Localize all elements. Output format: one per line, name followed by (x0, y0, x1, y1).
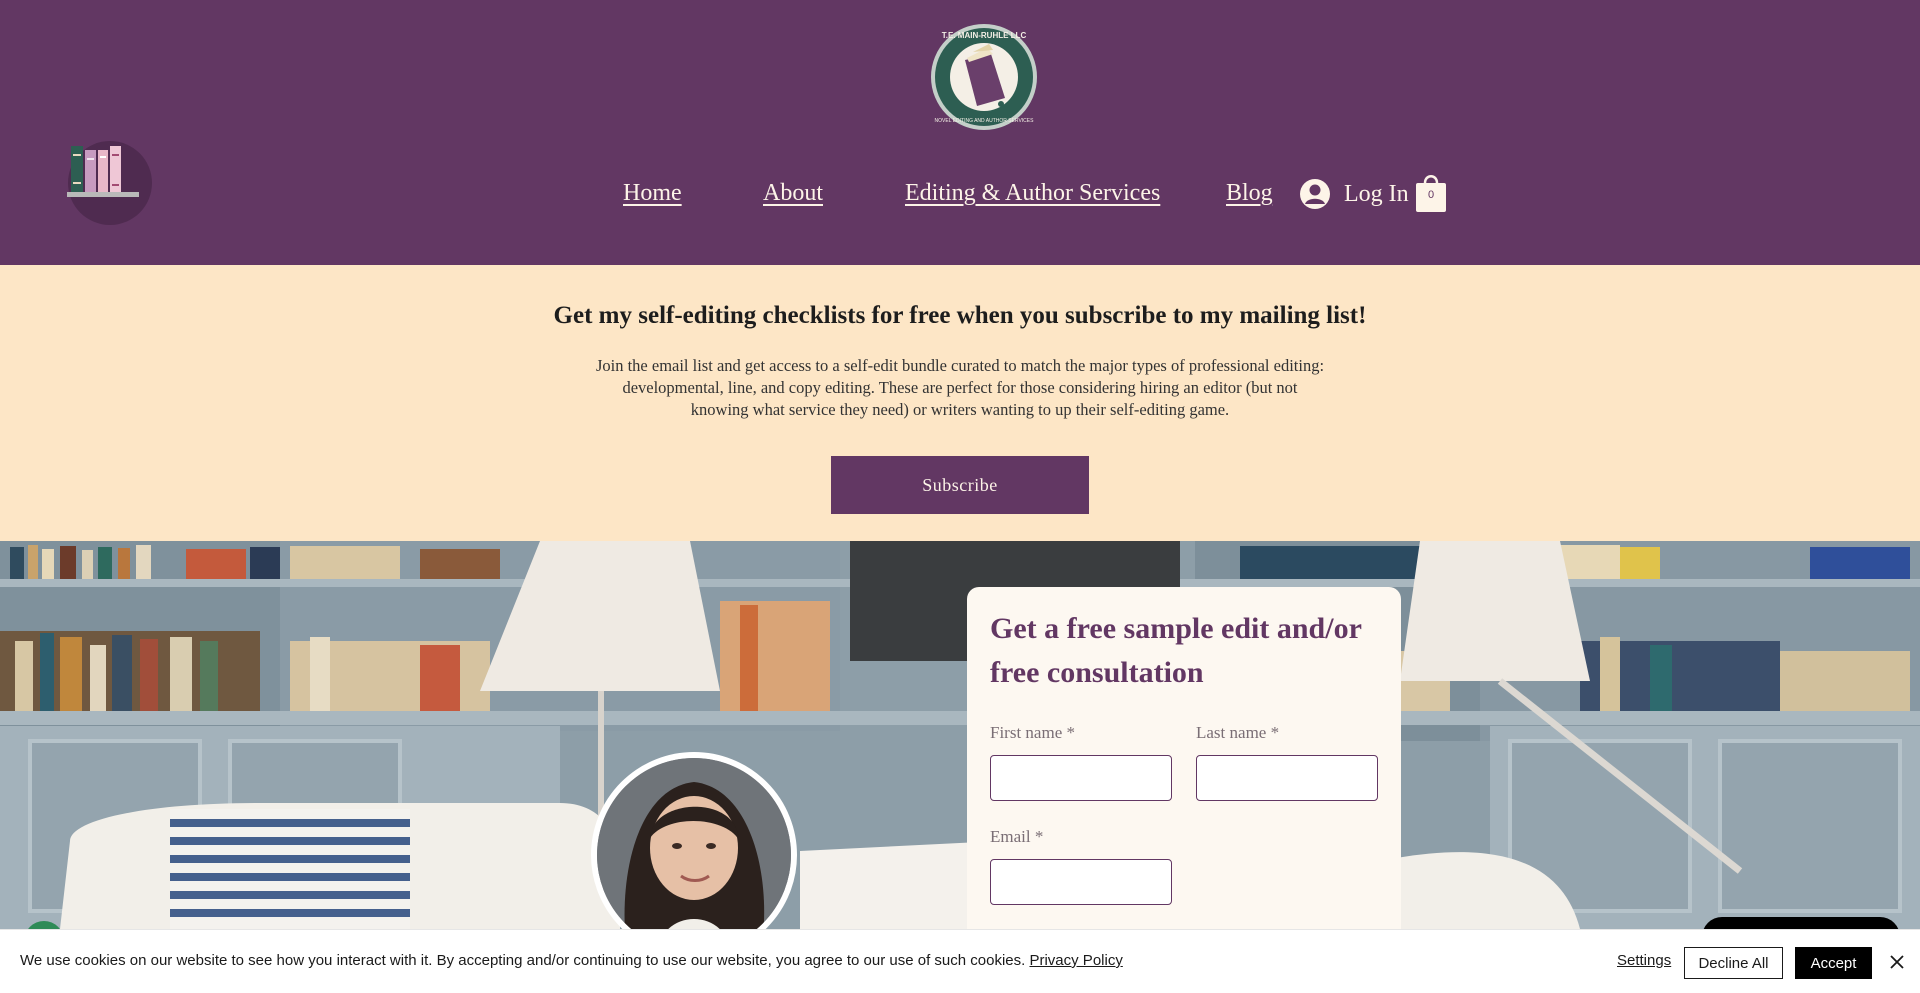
form-title: Get a free sample edit and/or free consu… (990, 612, 1362, 689)
last-name-input[interactable] (1196, 755, 1378, 801)
accept-button[interactable]: Accept (1795, 947, 1872, 979)
subscribe-description: Join the email list and get access to a … (595, 356, 1325, 419)
svg-text:NOVEL EDITING AND AUTHOR SERVI: NOVEL EDITING AND AUTHOR SERVICES (935, 118, 1035, 124)
last-name-label: Last name * (1196, 723, 1280, 742)
email-label: Email * (990, 827, 1044, 846)
close-icon[interactable] (1885, 950, 1909, 974)
subscribe-title: Get my self-editing checklists for free … (553, 302, 1367, 329)
nav-about[interactable]: About (763, 176, 823, 210)
sample-edit-form: Get a free sample edit and/or free consu… (967, 587, 1401, 947)
cart-button[interactable]: 0 (1415, 171, 1447, 213)
nav-home[interactable]: Home (623, 176, 682, 210)
cookie-message: We use cookies on our website to see how… (20, 952, 1123, 969)
cookie-message-text: We use cookies on our website to see how… (20, 952, 1026, 969)
cookie-settings-link[interactable]: Settings (1617, 952, 1671, 969)
subscribe-section: Get my self-editing checklists for free … (0, 265, 1920, 541)
login-button[interactable]: Log In (1300, 176, 1409, 212)
cart-count: 0 (1427, 189, 1435, 201)
brand-logo[interactable]: T.E. MAIN-RUHLE LLC NOVEL EDITING AND AU… (929, 18, 1039, 136)
svg-text:T.E. MAIN-RUHLE LLC: T.E. MAIN-RUHLE LLC (942, 31, 1027, 40)
nav-blog[interactable]: Blog (1226, 176, 1273, 210)
email-input[interactable] (990, 859, 1172, 905)
site-header: T.E. MAIN-RUHLE LLC NOVEL EDITING AND AU… (0, 0, 1920, 265)
login-label: Log In (1344, 180, 1409, 207)
hero-section (0, 541, 1920, 929)
privacy-policy-link[interactable]: Privacy Policy (1029, 952, 1122, 969)
library-background-image (0, 541, 1920, 929)
first-name-input[interactable] (990, 755, 1172, 801)
subscribe-button[interactable]: Subscribe (831, 456, 1089, 514)
main-nav: Home About Editing & Author Services Blo… (0, 176, 1920, 226)
first-name-label: First name * (990, 723, 1075, 742)
user-avatar-icon (1300, 179, 1330, 209)
nav-editing-author-services[interactable]: Editing & Author Services (905, 176, 1160, 210)
decline-all-button[interactable]: Decline All (1684, 947, 1783, 979)
cookie-banner: We use cookies on our website to see how… (0, 929, 1920, 993)
